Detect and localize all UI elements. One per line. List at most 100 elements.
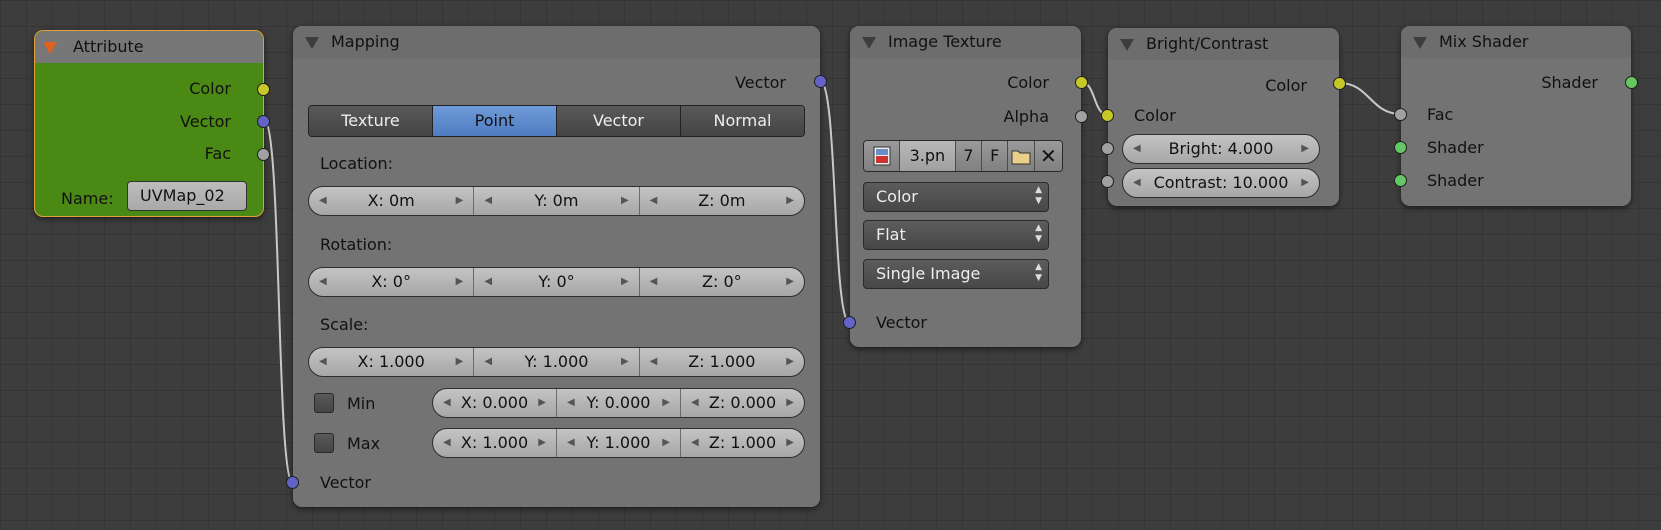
source-dropdown[interactable]: Single Image ▲ ▼: [863, 259, 1049, 289]
output-vector-socket[interactable]: [814, 75, 827, 88]
attribute-node-header[interactable]: Attribute: [35, 31, 263, 63]
input-vector-socket[interactable]: [286, 476, 299, 489]
input-bright-socket[interactable]: [1101, 142, 1114, 155]
link-bright-contrast-to-mix-fac: [1338, 82, 1402, 115]
link-attribute-vector-to-mapping: [263, 119, 294, 484]
max-label: Max: [347, 434, 381, 453]
location-y-field[interactable]: ◀ Y: 0m ▶: [473, 187, 638, 215]
input-color-label: Color: [1134, 106, 1176, 125]
min-fields: ◀ X: 0.000 ▶ ◀ Y: 0.000 ▶ ◀ Z: 0.000 ▶: [432, 388, 805, 418]
input-shader-1-label: Shader: [1427, 138, 1484, 157]
min-x-field[interactable]: ◀ X: 0.000 ▶: [433, 389, 556, 417]
min-label: Min: [347, 394, 376, 413]
tab-normal[interactable]: Normal: [680, 106, 804, 136]
rotation-fields: ◀ X: 0° ▶ ◀ Y: 0° ▶ ◀ Z: 0° ▶: [308, 267, 805, 297]
output-vector-socket[interactable]: [257, 115, 270, 128]
bright-contrast-node-header[interactable]: Bright/Contrast: [1108, 28, 1339, 60]
output-shader-socket[interactable]: [1625, 76, 1638, 89]
mix-shader-node-header[interactable]: Mix Shader: [1401, 26, 1631, 58]
image-name-field[interactable]: 3.pn: [899, 141, 955, 171]
image-texture-node-header[interactable]: Image Texture: [850, 26, 1081, 58]
bright-field[interactable]: ◀ Bright: 4.000 ▶: [1122, 134, 1320, 164]
collapse-triangle-icon[interactable]: [1120, 39, 1134, 51]
input-vector-label: Vector: [320, 473, 371, 492]
tab-texture[interactable]: Texture: [309, 106, 432, 136]
location-x-field[interactable]: ◀ X: 0m ▶: [309, 187, 473, 215]
mix-shader-node-title: Mix Shader: [1439, 32, 1529, 51]
min-y-field[interactable]: ◀ Y: 0.000 ▶: [556, 389, 680, 417]
dropdown-arrows-icon: ▲ ▼: [1035, 185, 1042, 206]
input-shader-1-socket[interactable]: [1394, 141, 1407, 154]
output-color-label: Color: [1265, 76, 1307, 95]
collapse-triangle-icon[interactable]: [862, 37, 876, 49]
output-alpha-label: Alpha: [1003, 107, 1050, 126]
output-color-label: Color: [1007, 73, 1049, 92]
max-x-field[interactable]: ◀ X: 1.000 ▶: [433, 429, 556, 457]
link-mapping-to-image-texture: [819, 80, 851, 324]
scale-fields: ◀ X: 1.000 ▶ ◀ Y: 1.000 ▶ ◀ Z: 1.000 ▶: [308, 347, 805, 377]
scale-x-field[interactable]: ◀ X: 1.000 ▶: [309, 348, 473, 376]
output-color-socket[interactable]: [257, 83, 270, 96]
scale-z-field[interactable]: ◀ Z: 1.000 ▶: [638, 348, 804, 376]
output-vector-label: Vector: [180, 112, 231, 131]
collapse-triangle-icon[interactable]: [305, 37, 319, 49]
rotation-x-field[interactable]: ◀ X: 0° ▶: [309, 268, 473, 296]
mapping-node[interactable]: Mapping Vector Texture Point Vector Norm…: [286, 26, 827, 507]
color-space-dropdown[interactable]: Color ▲ ▼: [863, 182, 1049, 212]
input-vector-label: Vector: [876, 313, 927, 332]
collapse-triangle-icon[interactable]: [43, 42, 57, 54]
image-texture-node-title: Image Texture: [888, 32, 1002, 51]
input-fac-label: Fac: [1427, 105, 1454, 124]
input-shader-2-label: Shader: [1427, 171, 1484, 190]
image-browse-icon[interactable]: [864, 141, 900, 171]
name-input[interactable]: UVMap_02: [127, 181, 247, 211]
fake-user-button[interactable]: F: [981, 141, 1008, 171]
output-alpha-socket[interactable]: [1075, 110, 1088, 123]
attribute-node[interactable]: Attribute Color Vector Fac Name: UVMap_0…: [34, 30, 270, 217]
output-vector-label: Vector: [735, 73, 786, 92]
name-label: Name:: [61, 189, 114, 208]
max-z-field[interactable]: ◀ Z: 1.000 ▶: [680, 429, 804, 457]
projection-dropdown[interactable]: Flat ▲ ▼: [863, 220, 1049, 250]
mix-shader-node[interactable]: Mix Shader Shader Fac Shader Shader: [1394, 26, 1638, 206]
output-color-label: Color: [189, 79, 231, 98]
dropdown-arrows-icon: ▲ ▼: [1035, 223, 1042, 244]
input-color-socket[interactable]: [1101, 109, 1114, 122]
tab-point[interactable]: Point: [432, 106, 556, 136]
input-fac-socket[interactable]: [1394, 108, 1407, 121]
tab-vector[interactable]: Vector: [556, 106, 680, 136]
output-fac-socket[interactable]: [257, 148, 270, 161]
mapping-node-title: Mapping: [331, 32, 400, 51]
image-selector: 3.pn 7 F ✕: [863, 140, 1063, 172]
vector-type-tabs: Texture Point Vector Normal: [308, 105, 805, 137]
unlink-close-icon[interactable]: ✕: [1033, 141, 1062, 171]
image-users-count[interactable]: 7: [954, 141, 982, 171]
output-color-socket[interactable]: [1075, 76, 1088, 89]
min-checkbox[interactable]: [314, 393, 334, 413]
contrast-field[interactable]: ◀ Contrast: 10.000 ▶: [1122, 168, 1320, 198]
input-vector-socket[interactable]: [843, 316, 856, 329]
max-y-field[interactable]: ◀ Y: 1.000 ▶: [556, 429, 680, 457]
min-z-field[interactable]: ◀ Z: 0.000 ▶: [680, 389, 804, 417]
max-checkbox[interactable]: [314, 433, 334, 453]
input-contrast-socket[interactable]: [1101, 175, 1114, 188]
attribute-node-title: Attribute: [73, 37, 144, 56]
mapping-node-header[interactable]: Mapping: [293, 26, 820, 58]
output-shader-label: Shader: [1541, 73, 1598, 92]
location-label: Location:: [320, 154, 394, 173]
rotation-z-field[interactable]: ◀ Z: 0° ▶: [638, 268, 804, 296]
bright-contrast-node[interactable]: Bright/Contrast Color Color ◀ Bright: 4.0…: [1101, 28, 1346, 206]
scale-label: Scale:: [320, 315, 369, 334]
scale-y-field[interactable]: ◀ Y: 1.000 ▶: [473, 348, 638, 376]
rotation-y-field[interactable]: ◀ Y: 0° ▶: [473, 268, 638, 296]
dropdown-arrows-icon: ▲ ▼: [1035, 262, 1042, 283]
open-folder-icon[interactable]: [1007, 141, 1034, 171]
image-texture-node[interactable]: Image Texture Color Alpha 3.pn 7 F ✕ Col…: [843, 26, 1088, 347]
collapse-triangle-icon[interactable]: [1413, 37, 1427, 49]
output-fac-label: Fac: [204, 144, 231, 163]
bright-contrast-node-title: Bright/Contrast: [1146, 34, 1269, 53]
input-shader-2-socket[interactable]: [1394, 174, 1407, 187]
output-color-socket[interactable]: [1333, 77, 1346, 90]
location-z-field[interactable]: ◀ Z: 0m ▶: [638, 187, 804, 215]
max-fields: ◀ X: 1.000 ▶ ◀ Y: 1.000 ▶ ◀ Z: 1.000 ▶: [432, 428, 805, 458]
